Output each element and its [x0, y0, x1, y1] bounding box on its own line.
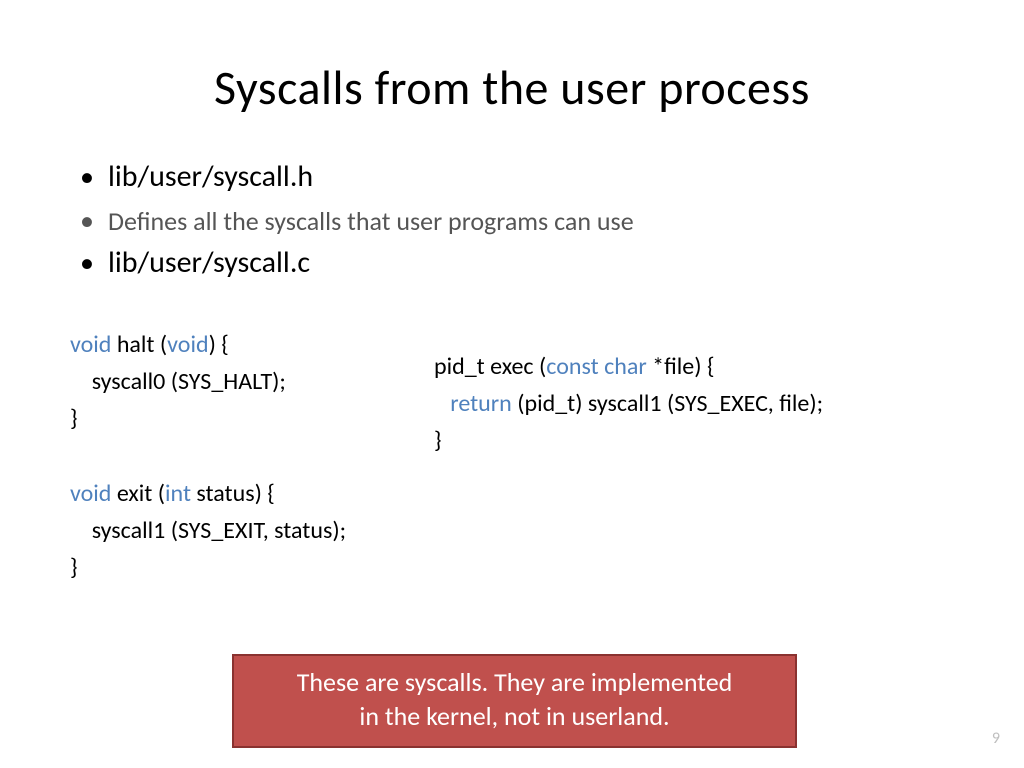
code-text: *file) {: [647, 352, 715, 381]
keyword-int: int: [165, 479, 191, 508]
code-text: ) {: [209, 330, 229, 359]
keyword-void: void: [70, 330, 111, 359]
code-text: exit (: [111, 479, 165, 508]
code-block-right: pid_t exec (const char *file) { return (…: [434, 326, 954, 586]
code-block-left: void halt (void) { syscall0 (SYS_HALT); …: [70, 326, 410, 586]
code-text: syscall1 (SYS_EXIT, status);: [70, 516, 346, 545]
keyword-const-char: const char: [546, 352, 646, 381]
bullet-item: lib/user/syscall.h: [80, 157, 954, 198]
keyword-void: void: [167, 330, 208, 359]
code-text: syscall0 (SYS_HALT);: [70, 367, 286, 396]
bullet-list: lib/user/syscall.h Defines all the sysca…: [80, 157, 954, 284]
code-text: }: [70, 404, 78, 433]
bullet-subitem: Defines all the syscalls that user progr…: [80, 202, 954, 240]
slide-title: Syscalls from the user process: [70, 58, 954, 117]
callout-box: These are syscalls. They are implemented…: [232, 654, 797, 748]
page-number: 9: [992, 729, 1000, 748]
code-text: halt (: [111, 330, 167, 359]
code-text: }: [434, 426, 442, 455]
code-text: (pid_t) syscall1 (SYS_EXEC, file);: [512, 389, 823, 418]
code-row: void halt (void) { syscall0 (SYS_HALT); …: [70, 326, 954, 586]
code-text: pid_t exec (: [434, 352, 546, 381]
keyword-return: return: [450, 389, 512, 418]
code-text: }: [70, 553, 78, 582]
slide: Syscalls from the user process lib/user/…: [0, 0, 1024, 768]
bullet-item: lib/user/syscall.c: [80, 243, 954, 284]
callout-line: These are syscalls. They are implemented: [248, 666, 781, 700]
keyword-void: void: [70, 479, 111, 508]
callout-line: in the kernel, not in userland.: [248, 700, 781, 734]
code-text: status) {: [191, 479, 275, 508]
